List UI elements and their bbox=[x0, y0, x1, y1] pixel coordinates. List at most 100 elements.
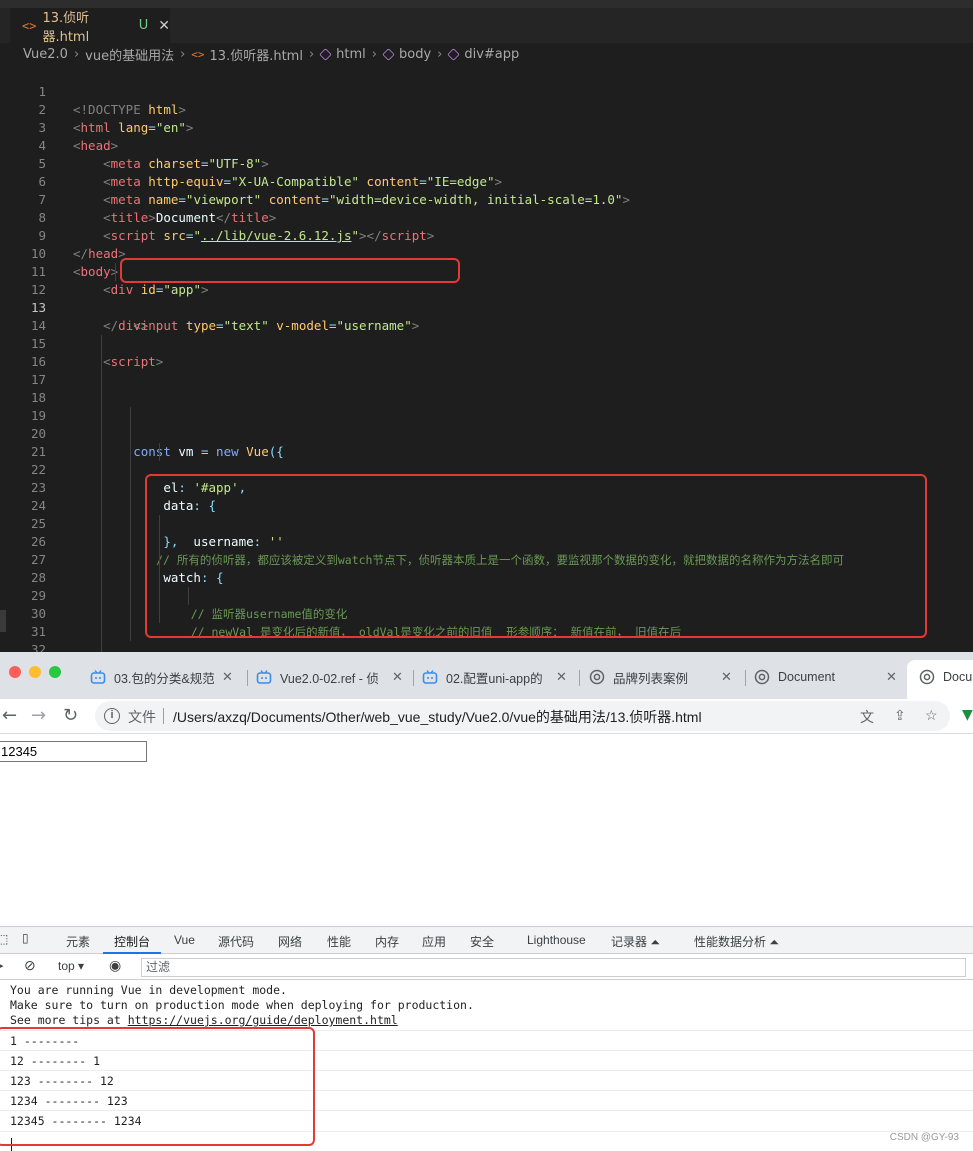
devtools-tab-vue[interactable]: Vue bbox=[174, 933, 195, 947]
indent-guide bbox=[101, 623, 102, 641]
breadcrumb-item[interactable]: div#app bbox=[464, 47, 519, 62]
browser-tab[interactable]: 02.配置uni-app的 ✕ bbox=[422, 662, 572, 692]
code-line: 10 <body> bbox=[0, 227, 973, 279]
vue-devtools-extension-icon[interactable]: ▼ bbox=[962, 707, 973, 723]
reload-icon[interactable]: ↻ bbox=[63, 705, 78, 726]
indent-guide bbox=[101, 371, 102, 389]
console-link[interactable]: https://vuejs.org/guide/deployment.html bbox=[128, 1013, 398, 1027]
breadcrumb-item[interactable]: vue的基础用法 bbox=[85, 45, 174, 64]
highlight-box-input bbox=[120, 258, 460, 283]
browser-tab[interactable]: Document ✕ bbox=[754, 662, 899, 692]
translate-icon[interactable]: ⽂ bbox=[860, 707, 874, 727]
devtools-tab-sources[interactable]: 源代码 bbox=[218, 933, 254, 950]
code-line: 5 <meta http-equiv="X-UA-Compatible" con… bbox=[0, 137, 973, 189]
browser-tab[interactable]: 品牌列表案例 ✕ bbox=[589, 662, 739, 692]
close-window-button[interactable] bbox=[9, 666, 21, 678]
devtools-tab-network[interactable]: 网络 bbox=[278, 933, 302, 950]
indent-guide bbox=[101, 443, 102, 461]
browser-tab-active[interactable]: Docu bbox=[907, 660, 973, 699]
context-selector[interactable]: top ▾ bbox=[58, 959, 84, 973]
indent-guide bbox=[101, 605, 102, 623]
close-icon[interactable]: ✕ bbox=[222, 669, 233, 685]
code-line: 6 <meta name="viewport" content="width=d… bbox=[0, 155, 973, 207]
bookmark-star-icon[interactable]: ☆ bbox=[925, 707, 938, 724]
close-icon[interactable]: ✕ bbox=[556, 669, 567, 685]
console-message-text: See more tips at bbox=[10, 1013, 128, 1027]
indent-guide bbox=[101, 353, 102, 371]
code-area[interactable]: 1 <!DOCTYPE html> 2 <html lang="en"> 3 <… bbox=[0, 65, 973, 652]
console-message: You are running Vue in development mode. bbox=[10, 983, 287, 997]
username-input[interactable] bbox=[0, 741, 147, 762]
eye-icon[interactable]: ◉ bbox=[109, 957, 121, 974]
browser-tab-label: Vue2.0-02.ref - 侦 bbox=[280, 671, 379, 686]
bilibili-icon bbox=[256, 670, 272, 684]
address-url[interactable]: /Users/axzq/Documents/Other/web_vue_stud… bbox=[173, 707, 702, 727]
indent-guide bbox=[130, 533, 131, 551]
indent-guide bbox=[130, 461, 131, 479]
indent-guide bbox=[101, 569, 102, 587]
indent-guide bbox=[101, 551, 102, 569]
element-icon bbox=[447, 47, 461, 61]
indent-guide bbox=[130, 515, 131, 533]
devtools-tab-performance-insights[interactable]: 性能数据分析 ⏶ bbox=[694, 933, 779, 950]
browser-tab-label: Document bbox=[778, 670, 835, 684]
chevron-right-icon: › bbox=[371, 46, 377, 62]
code-line: 3 <head> bbox=[0, 101, 973, 153]
code-line: 4 <meta charset="UTF-8"> bbox=[0, 119, 973, 171]
address-bar[interactable]: i 文件 /Users/axzq/Documents/Other/web_vue… bbox=[95, 701, 950, 731]
devtools-tab-application[interactable]: 应用 bbox=[422, 933, 446, 950]
code-line: 7 <title>Document</title> bbox=[0, 173, 973, 225]
forward-arrow-icon[interactable]: → bbox=[31, 705, 46, 726]
editor-tab-active[interactable]: <> 13.侦听器.html U ✕ bbox=[10, 8, 170, 45]
console-filter-input[interactable]: 过滤 bbox=[141, 958, 966, 977]
breadcrumb-item[interactable]: 13.侦听器.html bbox=[210, 45, 303, 64]
breadcrumb-item[interactable]: html bbox=[336, 47, 366, 62]
chevron-right-icon: › bbox=[308, 46, 315, 62]
devtools-tab-console[interactable]: 控制台 bbox=[114, 933, 150, 950]
indent-guide bbox=[130, 497, 131, 515]
tab-divider bbox=[579, 670, 580, 686]
indent-guide bbox=[130, 587, 131, 605]
browser-tab[interactable]: Vue2.0-02.ref - 侦 ✕ bbox=[256, 662, 406, 692]
code-line: 9 </head> bbox=[0, 209, 973, 261]
browser-window: 03.包的分类&规范 ✕ Vue2.0-02.ref - 侦 ✕ 02.配置un… bbox=[0, 652, 973, 1151]
close-icon[interactable]: ✕ bbox=[392, 669, 403, 685]
close-icon[interactable]: ✕ bbox=[886, 669, 897, 685]
close-icon[interactable]: ✕ bbox=[158, 18, 170, 34]
browser-tab[interactable]: 03.包的分类&规范 ✕ bbox=[90, 662, 240, 692]
maximize-window-button[interactable] bbox=[49, 666, 61, 678]
close-icon[interactable]: ✕ bbox=[721, 669, 732, 685]
device-toolbar-icon[interactable]: ▯ bbox=[22, 931, 29, 945]
devtools-tab-elements[interactable]: 元素 bbox=[66, 933, 90, 950]
element-icon bbox=[382, 47, 395, 61]
breadcrumb-item[interactable]: body bbox=[399, 47, 431, 62]
devtools-tab-memory[interactable]: 内存 bbox=[375, 933, 399, 950]
address-scheme-label: 文件 bbox=[128, 709, 156, 725]
share-icon[interactable]: ⇪ bbox=[894, 707, 906, 724]
minimize-window-button[interactable] bbox=[29, 666, 41, 678]
code-line: 1 <!DOCTYPE html> bbox=[0, 65, 973, 117]
tab-divider bbox=[745, 670, 746, 686]
console-output: You are running Vue in development mode.… bbox=[0, 980, 973, 1151]
devtools-tab-performance[interactable]: 性能 bbox=[327, 933, 351, 950]
devtools-tab-recorder[interactable]: 记录器 ⏶ bbox=[611, 933, 660, 950]
indent-guide bbox=[101, 335, 102, 353]
info-icon[interactable]: i bbox=[104, 708, 120, 724]
clear-console-icon[interactable]: ⊘ bbox=[24, 957, 36, 974]
sidebar-toggle-icon[interactable]: ▸ bbox=[0, 959, 4, 972]
browser-tab-label: 品牌列表案例 bbox=[613, 671, 689, 686]
indent-guide bbox=[159, 443, 160, 461]
indent-guide bbox=[115, 263, 116, 281]
devtools-tab-security[interactable]: 安全 bbox=[470, 933, 494, 950]
code-line: 22 username: '' bbox=[0, 443, 973, 549]
code-editor: <> 13.侦听器.html U ✕ Vue2.0 › vue的基础用法 › <… bbox=[0, 0, 973, 652]
indent-guide bbox=[101, 641, 102, 652]
globe-icon bbox=[754, 669, 770, 685]
globe-icon bbox=[589, 669, 605, 685]
inspect-element-icon[interactable]: ⬚ bbox=[0, 932, 8, 946]
back-arrow-icon[interactable]: ← bbox=[2, 705, 17, 726]
devtools-panel: ⬚ ▯ 元素 控制台 Vue 源代码 网络 性能 内存 应用 安全 Lighth… bbox=[0, 926, 973, 1151]
indent-guide bbox=[130, 443, 131, 461]
devtools-tab-lighthouse[interactable]: Lighthouse bbox=[527, 933, 586, 947]
breadcrumb-item[interactable]: Vue2.0 bbox=[23, 47, 68, 62]
